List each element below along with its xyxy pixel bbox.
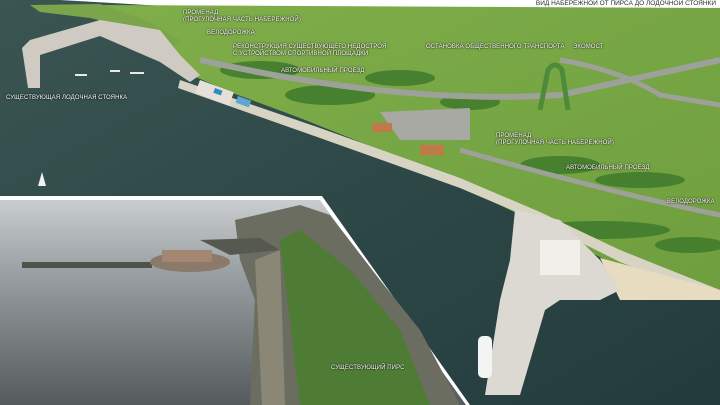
- ship: [478, 336, 492, 378]
- label-car-road-top: АВТОМОБИЛЬНЫЙ ПРОЕЗД: [281, 68, 365, 74]
- label-promenade-right: ПРОМЕНАД (ПРОГУЛОЧНАЯ ЧАСТЬ НАБЕРЕЖНОЙ): [496, 133, 614, 146]
- label-reconstruction: РЕКОНСТРУКЦИЯ СУЩЕСТВУЮЩЕГО НЕДОСТРОЯ С …: [233, 44, 387, 57]
- pier-building: [540, 240, 580, 275]
- photo-pier: [22, 262, 152, 268]
- label-bike-path-top: ВЕЛОДОРОЖКА: [207, 30, 255, 36]
- label-existing-pier: СУЩЕСТВУЮЩИЙ ПИРС: [331, 365, 405, 371]
- label-bus-stop: ОСТАНОВКА ОБЩЕСТВЕННОГО ТРАНСПОРТА: [426, 44, 565, 50]
- visualization-stage: ВИД НАБЕРЕЖНОЙ ОТ ПИРСА ДО ЛОДОЧНОЙ СТОЯ…: [0, 0, 720, 405]
- label-car-road-right: АВТОМОБИЛЬНЫЙ ПРОЕЗД: [566, 165, 650, 171]
- aerial-render: [0, 0, 720, 405]
- label-boat-parking: СУЩЕСТВУЮЩАЯ ЛОДОЧНАЯ СТОЯНКА: [6, 95, 128, 101]
- label-eco-bridge: ЭКОМОСТ: [573, 44, 604, 50]
- label-promenade-top: ПРОМЕНАД (ПРОГУЛОЧНАЯ ЧАСТЬ НАБЕРЕЖНОЙ): [183, 10, 301, 23]
- page-title: ВИД НАБЕРЕЖНОЙ ОТ ПИРСА ДО ЛОДОЧНОЙ СТОЯ…: [535, 0, 716, 7]
- bus-stop-building: [372, 123, 392, 132]
- pavilion: [420, 145, 444, 155]
- label-bike-path-right: ВЕЛОДОРОЖКА: [667, 199, 715, 205]
